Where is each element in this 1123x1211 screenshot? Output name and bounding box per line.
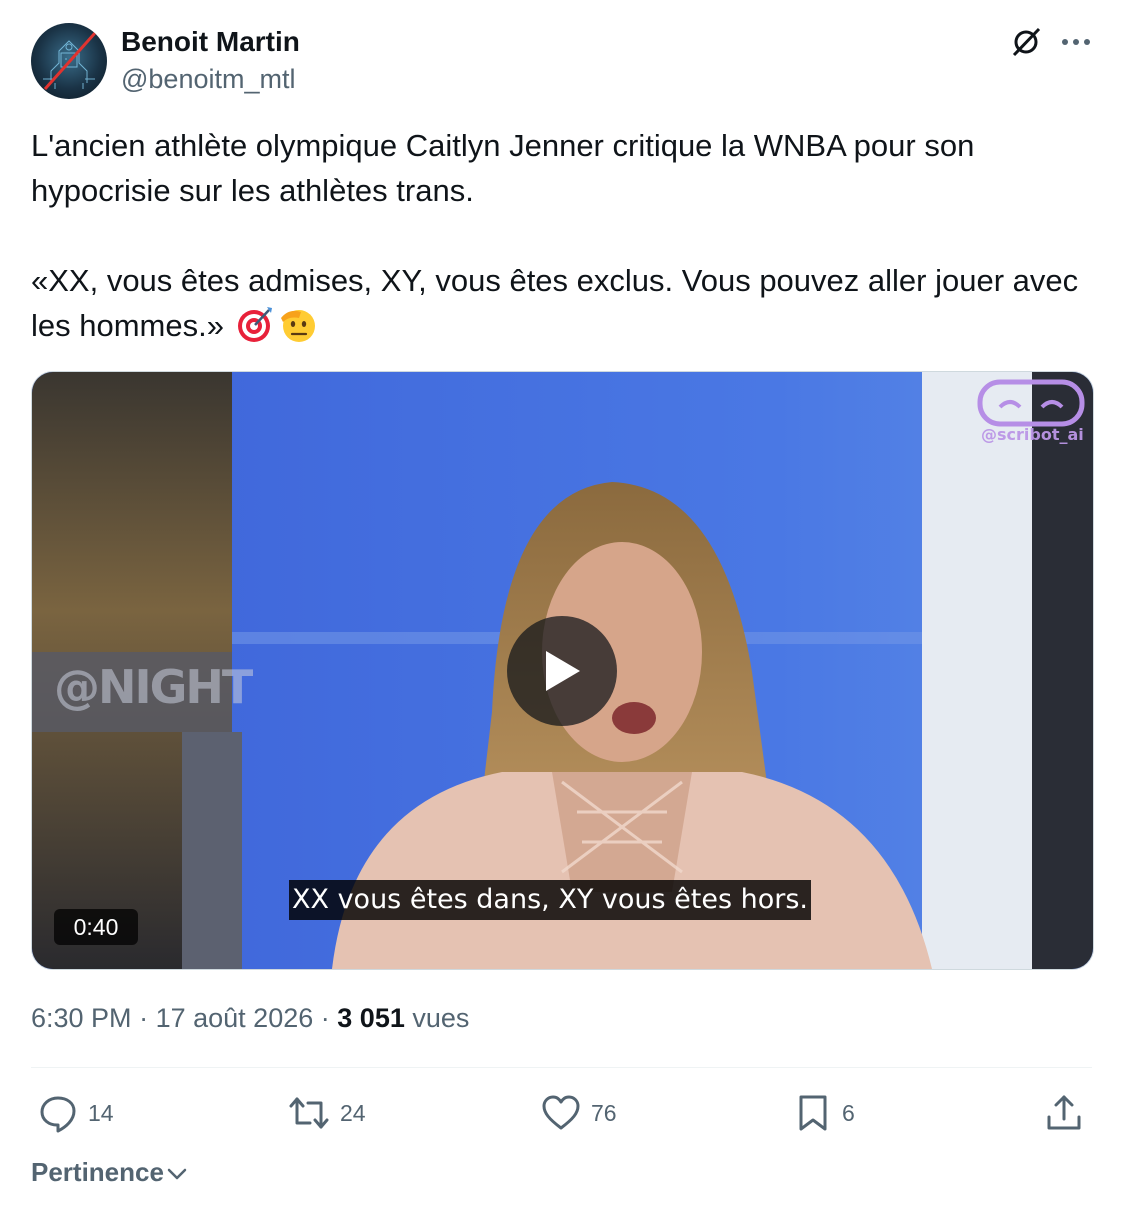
- tweet-meta: 6:30 PM · 17 août 2026 · 3 051 vues: [31, 1000, 469, 1036]
- author-avatar[interactable]: [31, 23, 107, 99]
- grok-icon: [1012, 27, 1041, 57]
- robot-circuit-avatar-icon: [43, 32, 97, 90]
- share-icon: [1047, 1095, 1081, 1130]
- bookmark-count: 6: [842, 1099, 855, 1126]
- chevron-down-icon: [167, 1168, 187, 1180]
- sort-label: Pertinence: [31, 1157, 164, 1187]
- views-count: 3 051: [337, 1003, 405, 1033]
- author-display-name[interactable]: Benoit Martin: [121, 25, 300, 59]
- play-button[interactable]: [507, 616, 617, 726]
- divider: [31, 1067, 1092, 1068]
- direct-hit-emoji-icon: [235, 304, 275, 356]
- tweet-card: Benoit Martin @benoitm_mtl L'ancien athl…: [0, 0, 1123, 1211]
- tweet-quote: «XX, vous êtes admises, XY, vous êtes ex…: [31, 263, 1079, 343]
- tweet-text: L'ancien athlète olympique Caitlyn Jenne…: [31, 123, 1091, 356]
- repost-count: 24: [340, 1099, 366, 1126]
- grok-button[interactable]: [1006, 22, 1046, 62]
- like-count: 76: [591, 1099, 617, 1126]
- video-duration: 0:40: [54, 909, 138, 945]
- repost-button[interactable]: 24: [288, 1093, 366, 1133]
- tweet-date[interactable]: 17 août 2026: [156, 1003, 314, 1033]
- views-label: vues: [412, 1003, 470, 1033]
- like-button[interactable]: 76: [541, 1093, 617, 1133]
- channel-logo: @NIGHT: [54, 660, 253, 714]
- video-subtitle: XX vous êtes dans, XY vous êtes hors.: [289, 880, 811, 920]
- more-options-button[interactable]: [1056, 22, 1096, 62]
- sort-dropdown[interactable]: Pertinence: [31, 1155, 188, 1189]
- heart-icon: [542, 1095, 580, 1130]
- repost-icon: [289, 1097, 329, 1129]
- bookmark-icon: [799, 1095, 827, 1131]
- tweet-paragraph-1: L'ancien athlète olympique Caitlyn Jenne…: [31, 128, 975, 208]
- tweet-paragraph-2: «XX, vous êtes admises, XY, vous êtes ex…: [31, 258, 1091, 356]
- more-dots-icon: [1062, 39, 1090, 45]
- tweet-time[interactable]: 6:30 PM: [31, 1003, 132, 1033]
- meta-separator: ·: [139, 1003, 149, 1033]
- saluting-face-emoji-icon: [277, 304, 319, 356]
- video-watermark: @scribot_ai: [981, 425, 1084, 444]
- meta-separator: ·: [320, 1003, 330, 1033]
- reply-icon: [40, 1096, 76, 1133]
- share-button[interactable]: [1044, 1093, 1084, 1133]
- play-icon: [546, 651, 580, 691]
- author-handle[interactable]: @benoitm_mtl: [121, 62, 295, 96]
- reply-button[interactable]: 14: [38, 1093, 114, 1133]
- video-player[interactable]: @NIGHT @scribot_ai XX vous êtes dans, XY…: [31, 371, 1094, 970]
- bookmark-button[interactable]: 6: [794, 1093, 855, 1133]
- reply-count: 14: [88, 1099, 114, 1126]
